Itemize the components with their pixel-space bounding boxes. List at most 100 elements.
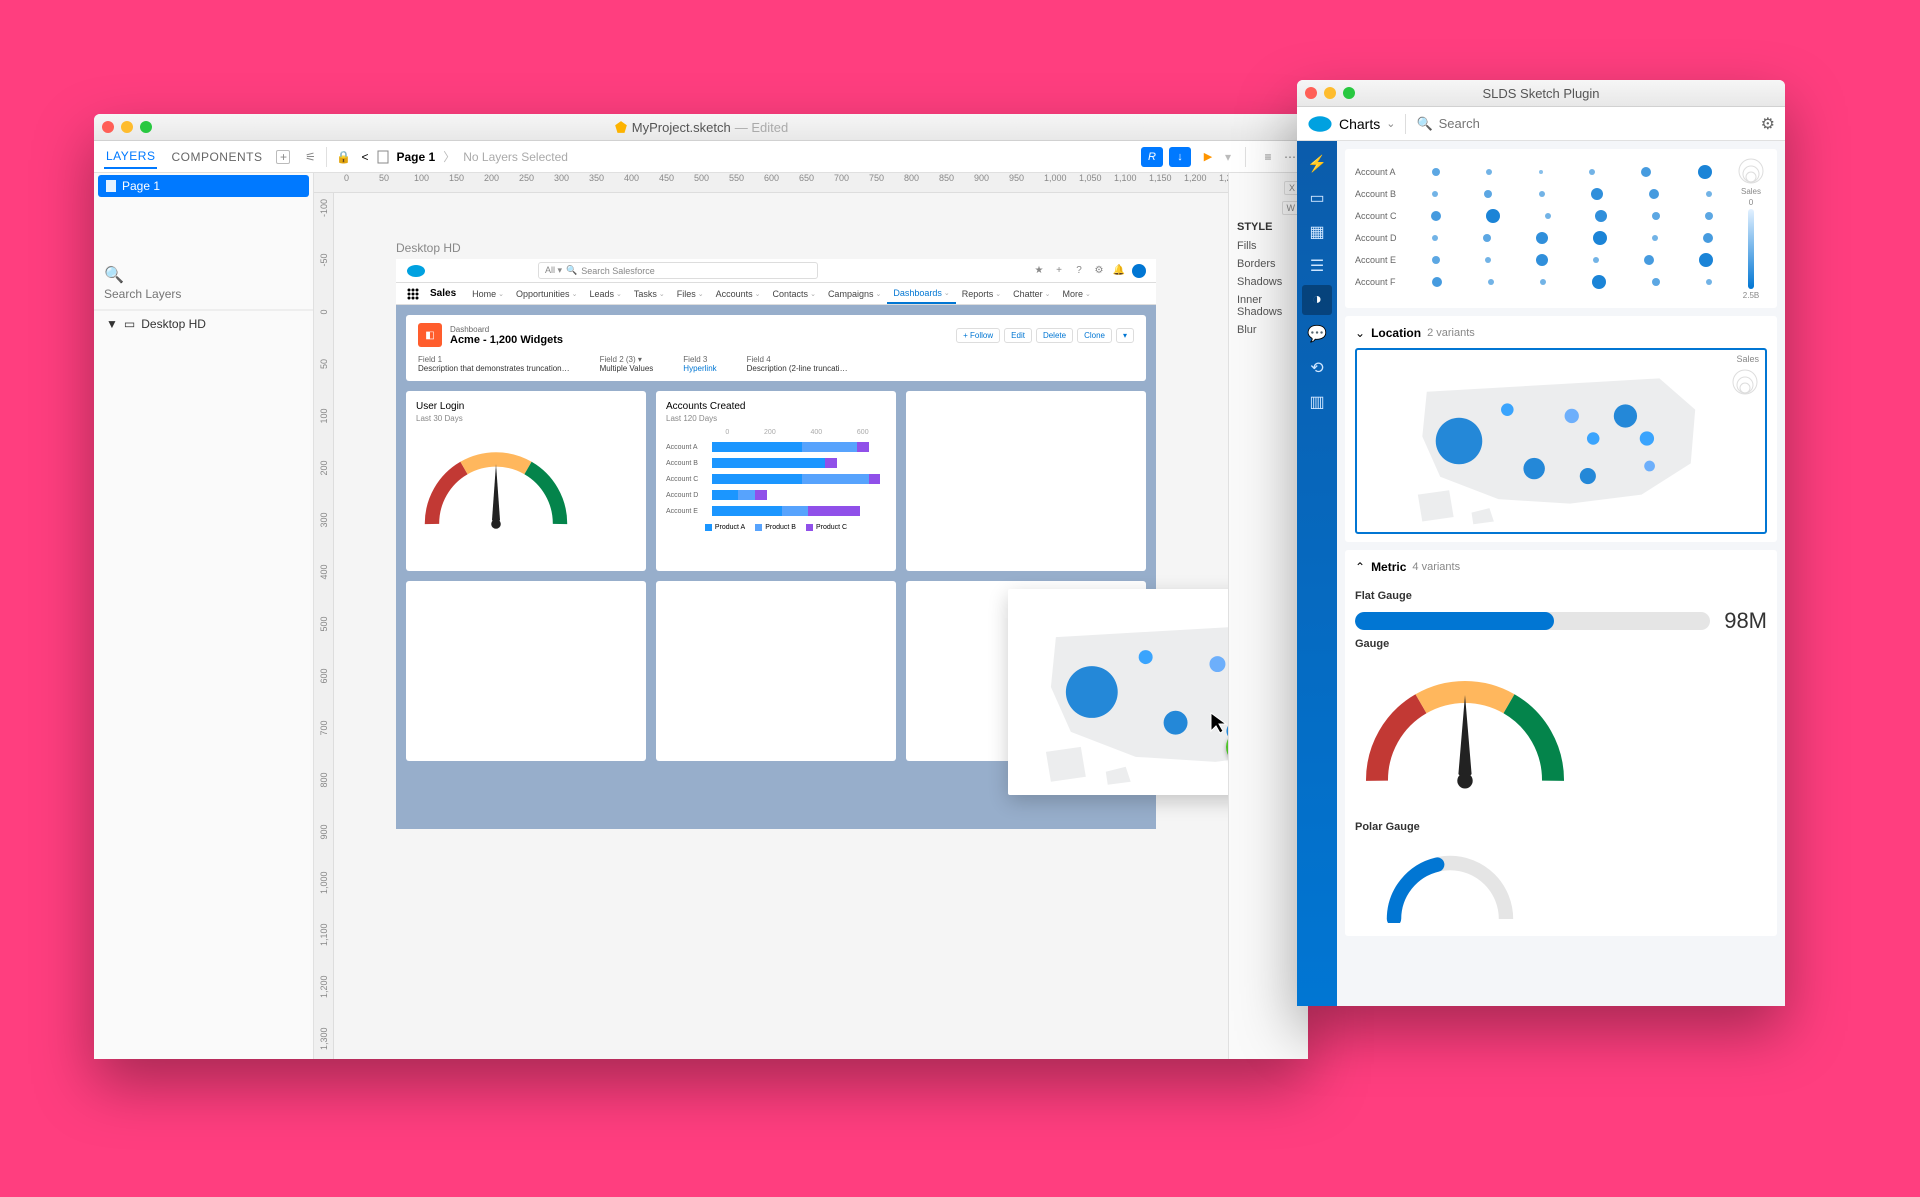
inspector-borders[interactable]: Borders (1237, 255, 1300, 273)
card-user-login[interactable]: User Login Last 30 Days (406, 391, 646, 571)
zoom-icon[interactable] (140, 121, 152, 133)
more-icon[interactable]: ⋯ (1282, 149, 1298, 165)
lock-icon[interactable]: 🔒 (335, 149, 351, 165)
sf-search-placeholder: Search Salesforce (581, 266, 655, 276)
sf-search-scope[interactable]: All ▾ (545, 265, 562, 276)
canvas: 0501001502002503003504004505005506006507… (314, 173, 1228, 1059)
filter-icon[interactable]: ⚟ (302, 149, 318, 165)
play-icon[interactable]: ▶ (1197, 147, 1219, 167)
sf-search[interactable]: All ▾ 🔍 Search Salesforce (538, 262, 818, 279)
scale-rings-icon (1737, 157, 1765, 185)
gear-icon[interactable]: ⚙ (1092, 264, 1106, 278)
rail-screen-icon[interactable]: ▭ (1302, 183, 1332, 213)
record-action-button[interactable]: Delete (1036, 328, 1073, 343)
sf-nav-item[interactable]: Campaigns ⌄ (822, 283, 887, 304)
traffic-lights[interactable] (102, 121, 152, 133)
help-icon[interactable]: ? (1072, 264, 1086, 278)
sf-nav-item[interactable]: Contacts ⌄ (767, 283, 822, 304)
inspector-fills[interactable]: Fills (1237, 237, 1300, 255)
app-launcher-icon[interactable] (406, 287, 420, 301)
metric-polar-gauge[interactable]: Polar Gauge (1355, 821, 1767, 928)
card-empty-1[interactable] (906, 391, 1146, 571)
tab-layers[interactable]: LAYERS (104, 145, 157, 169)
record-action-button[interactable]: ▾ (1116, 328, 1134, 343)
sf-nav-item[interactable]: Reports ⌄ (956, 283, 1007, 304)
dragged-map-component[interactable]: Sales (1008, 589, 1228, 795)
sf-nav-item[interactable]: Accounts ⌄ (710, 283, 767, 304)
plugin-search-input[interactable] (1439, 116, 1751, 131)
card-empty-3[interactable] (656, 581, 896, 761)
close-icon[interactable] (1305, 87, 1317, 99)
card-accounts-created[interactable]: Accounts Created Last 120 Days 020040060… (656, 391, 896, 571)
scatter-row: Account B (1355, 183, 1735, 205)
inspector-shadows[interactable]: Shadows (1237, 273, 1300, 291)
window-title-state: — Edited (735, 120, 788, 135)
vertical-ruler: -100-500501002003004005006007008009001,0… (314, 193, 334, 1059)
artboard-row[interactable]: ▼ ▭ Desktop HD (94, 310, 313, 337)
align-icon[interactable]: ≡ (1260, 149, 1276, 165)
inspector-panel: X W STYLE Fills Borders Shadows Inner Sh… (1228, 173, 1308, 1059)
sf-nav-item[interactable]: Home ⌄ (466, 283, 510, 304)
sf-nav-item[interactable]: Opportunities ⌄ (510, 283, 583, 304)
plugin-search[interactable]: 🔍 (1416, 116, 1750, 132)
record-action-button[interactable]: Clone (1077, 328, 1112, 343)
scale-max: 2.5B (1743, 291, 1759, 300)
chevron-down-icon[interactable]: ⌄ (1386, 117, 1395, 130)
runner-icon[interactable]: R (1141, 147, 1163, 167)
plugin-rail: ⚡ ▭ ▦ ☰ ◑ 💬 ⟲ ▥ (1297, 141, 1337, 1006)
artboard-label[interactable]: Desktop HD (396, 241, 461, 255)
rail-chart-icon[interactable]: ◑ (1302, 285, 1332, 315)
sf-nav-item[interactable]: Tasks ⌄ (628, 283, 671, 304)
plugin-content[interactable]: Account AAccount BAccount CAccount DAcco… (1337, 141, 1785, 1006)
favorite-icon[interactable]: ★ (1032, 264, 1046, 278)
canvas-surface[interactable]: Desktop HD All ▾ 🔍 Search Salesforce (334, 193, 1228, 1059)
rail-lightning-icon[interactable]: ⚡ (1302, 149, 1332, 179)
usa-map-chart (1363, 356, 1759, 526)
chevron-up-icon[interactable]: ⌃ (1355, 560, 1365, 574)
card-empty-2[interactable] (406, 581, 646, 761)
search-layers-input[interactable] (104, 287, 303, 301)
record-action-button[interactable]: Edit (1004, 328, 1032, 343)
zoom-icon[interactable] (1343, 87, 1355, 99)
record-field: Field 4Description (2-line truncati… (747, 355, 848, 373)
scatter-row: Account A (1355, 161, 1735, 183)
metric-gauge[interactable]: Gauge (1355, 638, 1767, 817)
gear-icon[interactable]: ⚙ (1761, 114, 1775, 134)
sf-nav-item[interactable]: Dashboards ⌄ (887, 283, 955, 304)
page-item-label: Page 1 (122, 179, 160, 193)
chevron-down-icon[interactable]: ⌄ (1355, 326, 1365, 340)
rail-chat-icon[interactable]: 💬 (1302, 319, 1332, 349)
metric-flat-gauge[interactable]: Flat Gauge 98M (1355, 590, 1767, 634)
page-item[interactable]: Page 1 (98, 175, 309, 197)
disclosure-icon[interactable]: ▼ (106, 317, 118, 331)
rail-grid-icon[interactable]: ▦ (1302, 217, 1332, 247)
close-icon[interactable] (102, 121, 114, 133)
minimize-icon[interactable] (121, 121, 133, 133)
plus-icon[interactable]: + (1052, 264, 1066, 278)
sf-nav-item[interactable]: More ⌄ (1057, 283, 1097, 304)
record-type: Dashboard (450, 325, 563, 334)
sf-nav-item[interactable]: Leads ⌄ (583, 283, 627, 304)
location-variant-selected[interactable]: Sales (1355, 348, 1767, 534)
avatar[interactable] (1132, 264, 1146, 278)
rail-knob-icon[interactable]: ⟲ (1302, 353, 1332, 383)
traffic-lights[interactable] (1305, 87, 1355, 99)
variant-label: Polar Gauge (1355, 821, 1767, 833)
record-field: Field 2 (3) ▾Multiple Values (600, 355, 654, 373)
notification-icon[interactable]: 🔔 (1112, 264, 1126, 278)
sf-nav-item[interactable]: Chatter ⌄ (1007, 283, 1056, 304)
record-action-button[interactable]: + Follow (956, 328, 1000, 343)
tab-components[interactable]: COMPONENTS (169, 146, 264, 168)
sf-nav-item[interactable]: Files ⌄ (671, 283, 710, 304)
add-page-button[interactable]: + (276, 150, 290, 164)
breadcrumb-page[interactable]: Page 1 (397, 150, 436, 164)
minimize-icon[interactable] (1324, 87, 1336, 99)
rail-layout-icon[interactable]: ☰ (1302, 251, 1332, 281)
rail-panel-icon[interactable]: ▥ (1302, 387, 1332, 417)
inspector-blur[interactable]: Blur (1237, 321, 1300, 339)
layers-search[interactable]: 🔍 (94, 259, 313, 310)
download-icon[interactable]: ↓ (1169, 147, 1191, 167)
plugin-category[interactable]: Charts (1339, 116, 1380, 132)
scatter-section: Account AAccount BAccount CAccount DAcco… (1345, 149, 1777, 308)
inspector-inner-shadows[interactable]: Inner Shadows (1237, 291, 1300, 321)
